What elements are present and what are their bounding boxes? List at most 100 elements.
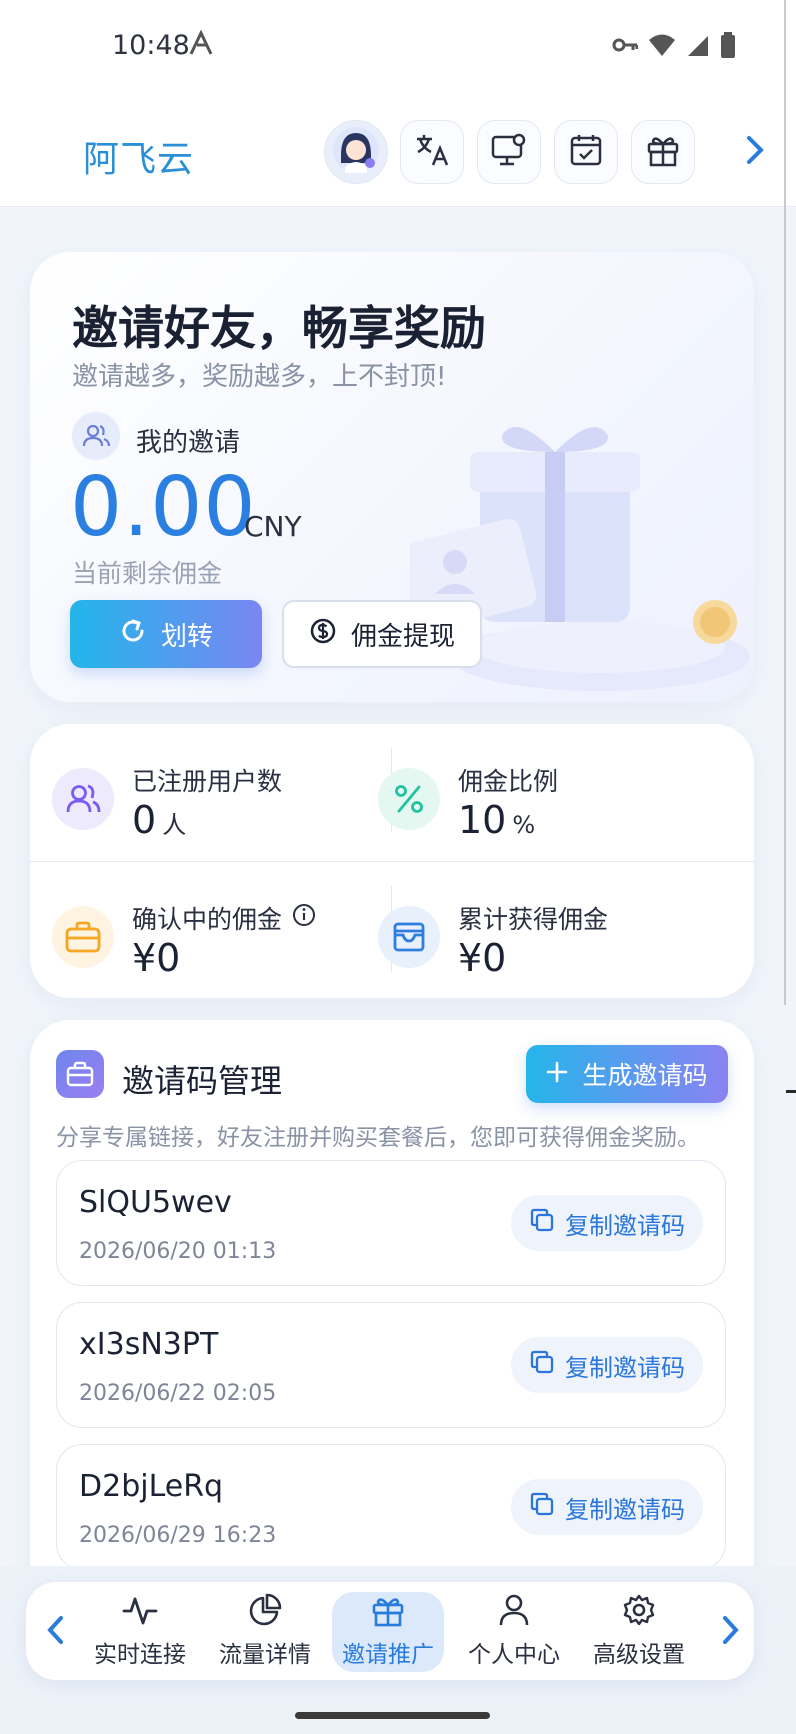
- generate-label: 生成邀请码: [582, 1061, 708, 1090]
- copy-label: 复制邀请码: [565, 1211, 685, 1240]
- battery-icon: [720, 32, 736, 62]
- refresh-icon: [119, 617, 147, 652]
- nav-label: 高级设置: [593, 1642, 685, 1668]
- nav-label: 邀请推广: [342, 1642, 434, 1668]
- nav-label: 个人中心: [468, 1642, 560, 1668]
- briefcase-icon: [52, 906, 114, 968]
- transfer-label: 划转: [160, 621, 213, 652]
- invite-code-item: xI3sN3PT 2026/06/22 02:05 复制邀请码: [56, 1302, 726, 1428]
- generate-invite-code-button[interactable]: 生成邀请码: [526, 1045, 728, 1103]
- balance-caption: 当前剩余佣金: [72, 559, 223, 588]
- commission-balance: 0.00: [70, 460, 257, 555]
- nav-item-realtime[interactable]: 实时连接: [84, 1582, 196, 1680]
- translate-button[interactable]: [400, 120, 464, 184]
- copy-icon: [529, 1349, 555, 1381]
- app-title: 阿飞云: [83, 139, 195, 180]
- stat-pending-commission: 确认中的佣金 ¥0: [30, 870, 370, 990]
- window-edge: [784, 0, 786, 1005]
- stat-unit: 人: [162, 811, 187, 839]
- withdraw-label: 佣金提现: [350, 621, 455, 652]
- chevron-left-icon[interactable]: [46, 1614, 66, 1650]
- balance-currency: CNY: [244, 510, 302, 543]
- invite-hero-card: 邀请好友，畅享奖励 邀请越多，奖励越多，上不封顶! 我的邀请 0.00 CNY …: [30, 252, 754, 702]
- my-invite-label: 我的邀请: [136, 428, 241, 458]
- copy-label: 复制邀请码: [565, 1353, 685, 1382]
- nav-item-traffic[interactable]: 流量详情: [209, 1582, 321, 1680]
- stat-value: ¥0: [458, 936, 507, 980]
- accessibility-icon: [188, 29, 214, 60]
- activity-icon: [122, 1593, 158, 1633]
- stat-label: 累计获得佣金: [458, 905, 609, 934]
- stat-value: 10: [458, 798, 507, 842]
- avatar-icon: [331, 125, 381, 179]
- checkin-button[interactable]: [554, 120, 618, 184]
- status-bar: 10:48: [0, 0, 796, 96]
- stat-unit: %: [512, 811, 536, 839]
- chevron-right-icon[interactable]: [744, 134, 766, 170]
- info-icon[interactable]: [292, 903, 316, 933]
- commission-stats-card: 已注册用户数 0人 佣金比例 10% 确认中的佣金 ¥0 累计获得佣金 ¥0: [30, 724, 754, 998]
- percent-icon: [378, 768, 440, 830]
- stat-registered-users: 已注册用户数 0人: [30, 732, 370, 852]
- nav-item-settings[interactable]: 高级设置: [583, 1582, 695, 1680]
- copy-invite-code-button[interactable]: 复制邀请码: [511, 1337, 703, 1393]
- dollar-circle-icon: [309, 617, 337, 652]
- briefcase-icon: [56, 1050, 104, 1098]
- signal-icon: [686, 33, 710, 61]
- plus-icon: [546, 1060, 568, 1089]
- wifi-icon: [648, 33, 676, 61]
- app-header: 阿飞云: [0, 96, 796, 207]
- status-time: 10:48: [112, 30, 190, 61]
- monitor-settings-icon: [490, 132, 528, 172]
- avatar-button[interactable]: [324, 120, 388, 184]
- hero-title: 邀请好友，畅享奖励: [72, 301, 486, 355]
- stat-value: ¥0: [132, 936, 181, 980]
- gift-icon: [371, 1595, 405, 1633]
- stat-value: 0: [132, 798, 157, 842]
- gift-button[interactable]: [631, 120, 695, 184]
- translate-icon: [414, 132, 450, 172]
- copy-icon: [529, 1491, 555, 1523]
- gift-icon: [645, 132, 681, 172]
- users-icon: [72, 412, 120, 460]
- stat-label: 佣金比例: [458, 767, 559, 796]
- bottom-nav: 实时连接 流量详情 邀请推广 个人中心 高级设置: [26, 1582, 754, 1680]
- copy-invite-code-button[interactable]: 复制邀请码: [511, 1479, 703, 1535]
- window-edge-mark: [786, 1090, 796, 1093]
- invite-code-description: 分享专属链接，好友注册并购买套餐后，您即可获得佣金奖励。: [56, 1125, 700, 1151]
- copy-icon: [529, 1207, 555, 1239]
- invite-code-date: 2026/06/29 16:23: [79, 1523, 277, 1548]
- status-icons: [612, 32, 736, 62]
- users-icon: [52, 768, 114, 830]
- invite-code-title: 邀请码管理: [122, 1062, 283, 1100]
- invite-code-card: 邀请码管理 生成邀请码 分享专属链接，好友注册并购买套餐后，您即可获得佣金奖励。…: [30, 1020, 754, 1660]
- stat-commission-rate: 佣金比例 10%: [356, 732, 696, 852]
- withdraw-button[interactable]: 佣金提现: [282, 600, 482, 668]
- gear-icon: [622, 1593, 656, 1633]
- copy-invite-code-button[interactable]: 复制邀请码: [511, 1195, 703, 1251]
- stat-total-commission: 累计获得佣金 ¥0: [356, 870, 696, 990]
- invite-code: xI3sN3PT: [79, 1327, 219, 1362]
- nav-item-profile[interactable]: 个人中心: [458, 1582, 570, 1680]
- copy-label: 复制邀请码: [565, 1495, 685, 1524]
- transfer-button[interactable]: 划转: [70, 600, 262, 668]
- nav-label: 流量详情: [219, 1642, 311, 1668]
- pie-chart-icon: [248, 1593, 282, 1633]
- invite-code-date: 2026/06/22 02:05: [79, 1381, 277, 1406]
- key-icon: [612, 36, 639, 58]
- wallet-icon: [378, 906, 440, 968]
- stat-label: 已注册用户数: [132, 767, 283, 796]
- home-indicator[interactable]: [295, 1712, 490, 1719]
- chevron-right-icon[interactable]: [720, 1614, 740, 1650]
- hero-subtitle: 邀请越多，奖励越多，上不封顶!: [72, 362, 447, 392]
- calendar-check-icon: [568, 132, 604, 172]
- user-icon: [498, 1593, 530, 1633]
- device-settings-button[interactable]: [477, 120, 541, 184]
- nav-label: 实时连接: [94, 1642, 186, 1668]
- invite-code-date: 2026/06/20 01:13: [79, 1239, 277, 1264]
- invite-code-item: SlQU5wev 2026/06/20 01:13 复制邀请码: [56, 1160, 726, 1286]
- stat-label: 确认中的佣金: [132, 905, 283, 934]
- nav-item-invite[interactable]: 邀请推广: [332, 1592, 444, 1672]
- stats-divider: [30, 861, 754, 862]
- invite-code: D2bjLeRq: [79, 1469, 224, 1504]
